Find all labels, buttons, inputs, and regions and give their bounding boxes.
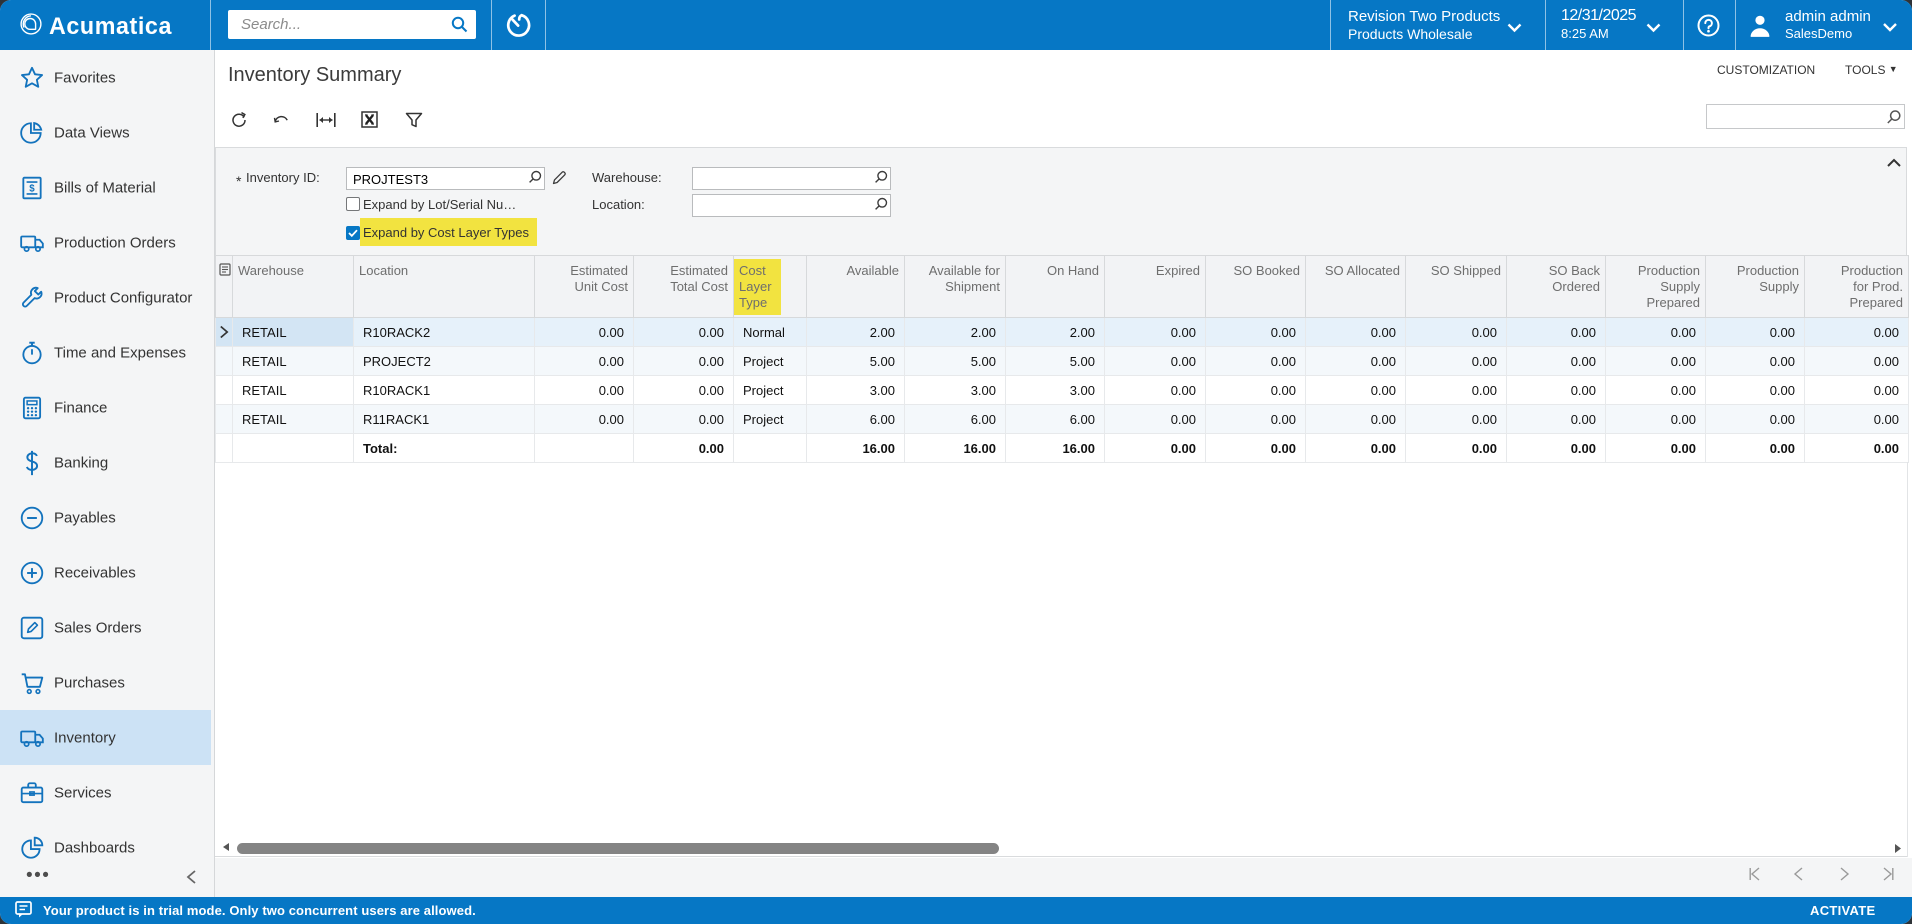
svg-text:$: $	[29, 183, 35, 194]
